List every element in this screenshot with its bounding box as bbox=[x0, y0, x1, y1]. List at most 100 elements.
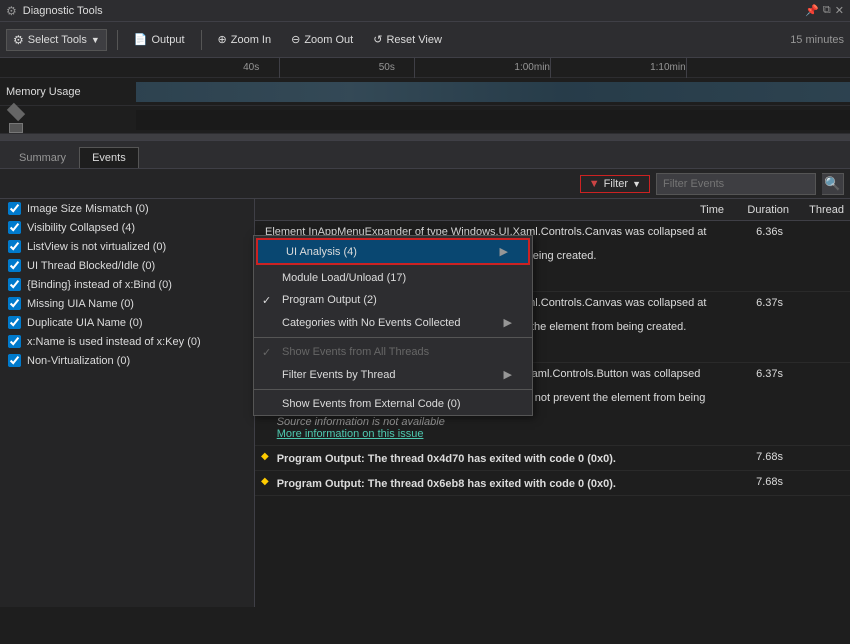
dropdown-item-show-all-label: Show Events from All Threads bbox=[282, 346, 429, 358]
output-button[interactable]: 📄 Output bbox=[128, 30, 191, 49]
event-4-diamond: ◆ bbox=[261, 451, 269, 462]
filter-dropdown-arrow: ▼ bbox=[632, 179, 641, 189]
dropdown-item-external-code-label: Show Events from External Code (0) bbox=[282, 398, 461, 410]
dropdown-item-no-events[interactable]: Categories with No Events Collected ▶ bbox=[254, 311, 532, 334]
event-5-duration: 7.68s bbox=[718, 476, 783, 488]
toolbar: ⚙ Select Tools ▼ 📄 Output ⊕ Zoom In ⊖ Zo… bbox=[0, 22, 850, 58]
time-label: 15 minutes bbox=[790, 34, 844, 46]
event-4-meta: 7.68s bbox=[718, 449, 844, 463]
dropdown-arrow-icon: ▼ bbox=[91, 35, 100, 45]
pin-icon[interactable]: 📌 bbox=[805, 4, 819, 17]
timeline-row-2 bbox=[0, 106, 850, 134]
timeline-row2-spacer bbox=[6, 105, 136, 135]
dropdown-checkmark-show-all: ✓ bbox=[262, 346, 271, 359]
tick-110min: 1:10min bbox=[650, 62, 686, 73]
sidebar-checkbox-ui-thread[interactable] bbox=[8, 259, 21, 272]
dropdown-item-filter-by-thread[interactable]: Filter Events by Thread ▶ bbox=[254, 363, 532, 386]
zoom-out-button[interactable]: ⊖ Zoom Out bbox=[285, 30, 359, 49]
event-2-duration: 6.37s bbox=[718, 297, 783, 309]
dropdown-item-filter-by-thread-label: Filter Events by Thread bbox=[282, 369, 396, 381]
sidebar-checkbox-xname[interactable] bbox=[8, 335, 21, 348]
sidebar-checkbox-non-virt[interactable] bbox=[8, 354, 21, 367]
event-3-more-info[interactable]: More information on this issue bbox=[277, 428, 424, 440]
column-headers: Time Duration Thread bbox=[255, 199, 850, 221]
event-4-text: Program Output: The thread 0x4d70 has ex… bbox=[277, 453, 616, 465]
toolbar-separator-2 bbox=[201, 30, 202, 50]
dropdown-item-external-code[interactable]: Show Events from External Code (0) bbox=[254, 393, 532, 415]
sidebar-checkbox-image-size[interactable] bbox=[8, 202, 21, 215]
dropdown-item-program-output-label: Program Output (2) bbox=[282, 294, 377, 306]
sidebar-item-non-virt[interactable]: Non-Virtualization (0) bbox=[0, 351, 254, 370]
title-bar-title: Diagnostic Tools bbox=[23, 5, 103, 17]
memory-timeline bbox=[136, 82, 850, 102]
dropdown-item-no-events-label: Categories with No Events Collected bbox=[282, 317, 461, 329]
dropdown-arrow-no-events: ▶ bbox=[504, 316, 512, 329]
left-sidebar: Image Size Mismatch (0) Visibility Colla… bbox=[0, 199, 255, 607]
sidebar-item-ui-thread[interactable]: UI Thread Blocked/Idle (0) bbox=[0, 256, 254, 275]
dropdown-item-ui-analysis[interactable]: UI Analysis (4) ▶ bbox=[258, 240, 528, 263]
output-icon: 📄 bbox=[134, 33, 148, 46]
tick-1min: 1:00min bbox=[514, 62, 550, 73]
dropdown-item-module-load[interactable]: Module Load/Unload (17) bbox=[254, 267, 532, 289]
event-row-5[interactable]: ◆ Program Output: The thread 0x6eb8 has … bbox=[255, 471, 850, 496]
filter-button[interactable]: ▼ Filter ▼ bbox=[580, 175, 650, 193]
close-icon[interactable]: ✕ bbox=[835, 4, 844, 17]
event-3-source: Source information is not available bbox=[277, 416, 445, 428]
timeline-wrapper: 40s 50s 1:00min 1:10min Memory Usage bbox=[0, 58, 850, 141]
dropdown-item-module-load-label: Module Load/Unload (17) bbox=[282, 272, 406, 284]
filter-events-input[interactable] bbox=[656, 173, 816, 195]
title-bar: ⚙ Diagnostic Tools 📌 ⧉ ✕ bbox=[0, 0, 850, 22]
zoom-in-button[interactable]: ⊕ Zoom In bbox=[212, 30, 278, 49]
event-3-duration: 6.37s bbox=[718, 368, 783, 380]
col-header-duration: Duration bbox=[730, 204, 795, 216]
tab-summary[interactable]: Summary bbox=[6, 147, 79, 168]
dropdown-item-ui-analysis-label: UI Analysis (4) bbox=[286, 246, 357, 258]
sidebar-checkbox-listview[interactable] bbox=[8, 240, 21, 253]
memory-usage-label: Memory Usage bbox=[6, 86, 136, 98]
tick-50s: 50s bbox=[379, 62, 395, 73]
sidebar-checkbox-binding[interactable] bbox=[8, 278, 21, 291]
settings-icon: ⚙ bbox=[6, 4, 17, 18]
gear-icon: ⚙ bbox=[13, 33, 24, 47]
dropdown-item-show-all-threads[interactable]: ✓ Show Events from All Threads bbox=[254, 341, 532, 363]
tab-events[interactable]: Events bbox=[79, 147, 139, 168]
sidebar-item-visibility-collapsed[interactable]: Visibility Collapsed (4) bbox=[0, 218, 254, 237]
dropdown-ui-analysis-highlight: UI Analysis (4) ▶ bbox=[256, 238, 530, 265]
sidebar-checkbox-missing-uia[interactable] bbox=[8, 297, 21, 310]
select-tools-button[interactable]: ⚙ Select Tools ▼ bbox=[6, 29, 107, 51]
event-3-meta: 6.37s bbox=[718, 366, 844, 380]
dropdown-arrow-ui-analysis: ▶ bbox=[500, 245, 508, 258]
search-icon: 🔍 bbox=[824, 176, 841, 192]
event-5-content: Program Output: The thread 0x6eb8 has ex… bbox=[273, 474, 714, 492]
sidebar-item-xname[interactable]: x:Name is used instead of x:Key (0) bbox=[0, 332, 254, 351]
search-button[interactable]: 🔍 bbox=[822, 173, 844, 195]
float-icon[interactable]: ⧉ bbox=[823, 4, 831, 17]
event-1-meta: 6.36s bbox=[718, 224, 844, 238]
reset-view-icon: ↺ bbox=[373, 33, 382, 46]
timeline-row2-content bbox=[136, 110, 850, 130]
toolbar-separator-1 bbox=[117, 30, 118, 50]
title-bar-icons: 📌 ⧉ ✕ bbox=[805, 4, 844, 17]
sidebar-checkbox-visibility-collapsed[interactable] bbox=[8, 221, 21, 234]
event-4-duration: 7.68s bbox=[718, 451, 783, 463]
dropdown-item-program-output[interactable]: ✓ Program Output (2) bbox=[254, 289, 532, 311]
event-1-duration: 6.36s bbox=[718, 226, 783, 238]
dropdown-separator-2 bbox=[254, 389, 532, 390]
filter-funnel-icon: ▼ bbox=[589, 178, 600, 190]
reset-view-button[interactable]: ↺ Reset View bbox=[367, 30, 448, 49]
sidebar-item-listview[interactable]: ListView is not virtualized (0) bbox=[0, 237, 254, 256]
sidebar-checkbox-duplicate-uia[interactable] bbox=[8, 316, 21, 329]
timeline-ticks-row: 40s 50s 1:00min 1:10min bbox=[0, 58, 850, 78]
sidebar-item-binding[interactable]: {Binding} instead of x:Bind (0) bbox=[0, 275, 254, 294]
sidebar-item-image-size[interactable]: Image Size Mismatch (0) bbox=[0, 199, 254, 218]
title-bar-left: ⚙ Diagnostic Tools bbox=[6, 4, 103, 18]
filter-bar: ▼ Filter ▼ 🔍 bbox=[0, 169, 850, 199]
sidebar-item-missing-uia[interactable]: Missing UIA Name (0) bbox=[0, 294, 254, 313]
event-row-4[interactable]: ◆ Program Output: The thread 0x4d70 has … bbox=[255, 446, 850, 471]
dropdown-separator-1 bbox=[254, 337, 532, 338]
dropdown-arrow-filter-by-thread: ▶ bbox=[504, 368, 512, 381]
zoom-in-icon: ⊕ bbox=[218, 33, 227, 46]
timeline-scrollbar[interactable] bbox=[0, 134, 850, 140]
sidebar-item-duplicate-uia[interactable]: Duplicate UIA Name (0) bbox=[0, 313, 254, 332]
col-header-time: Time bbox=[680, 204, 730, 216]
